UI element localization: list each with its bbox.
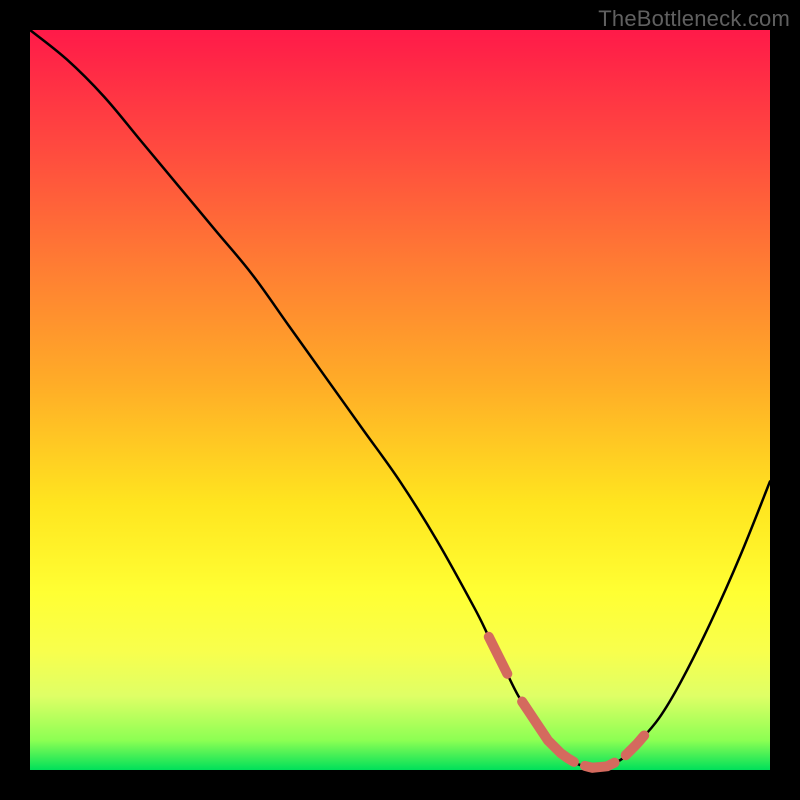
- bottleneck-curve: [30, 30, 770, 768]
- watermark-label: TheBottleneck.com: [598, 6, 790, 32]
- plot-area: [30, 30, 770, 770]
- chart-frame: TheBottleneck.com: [0, 0, 800, 800]
- optimal-zone-dashes: [489, 637, 644, 768]
- chart-svg: [30, 30, 770, 770]
- optimal-dash: [489, 637, 508, 674]
- optimal-dash: [626, 735, 645, 755]
- optimal-dash: [585, 763, 615, 768]
- optimal-dash: [522, 702, 574, 762]
